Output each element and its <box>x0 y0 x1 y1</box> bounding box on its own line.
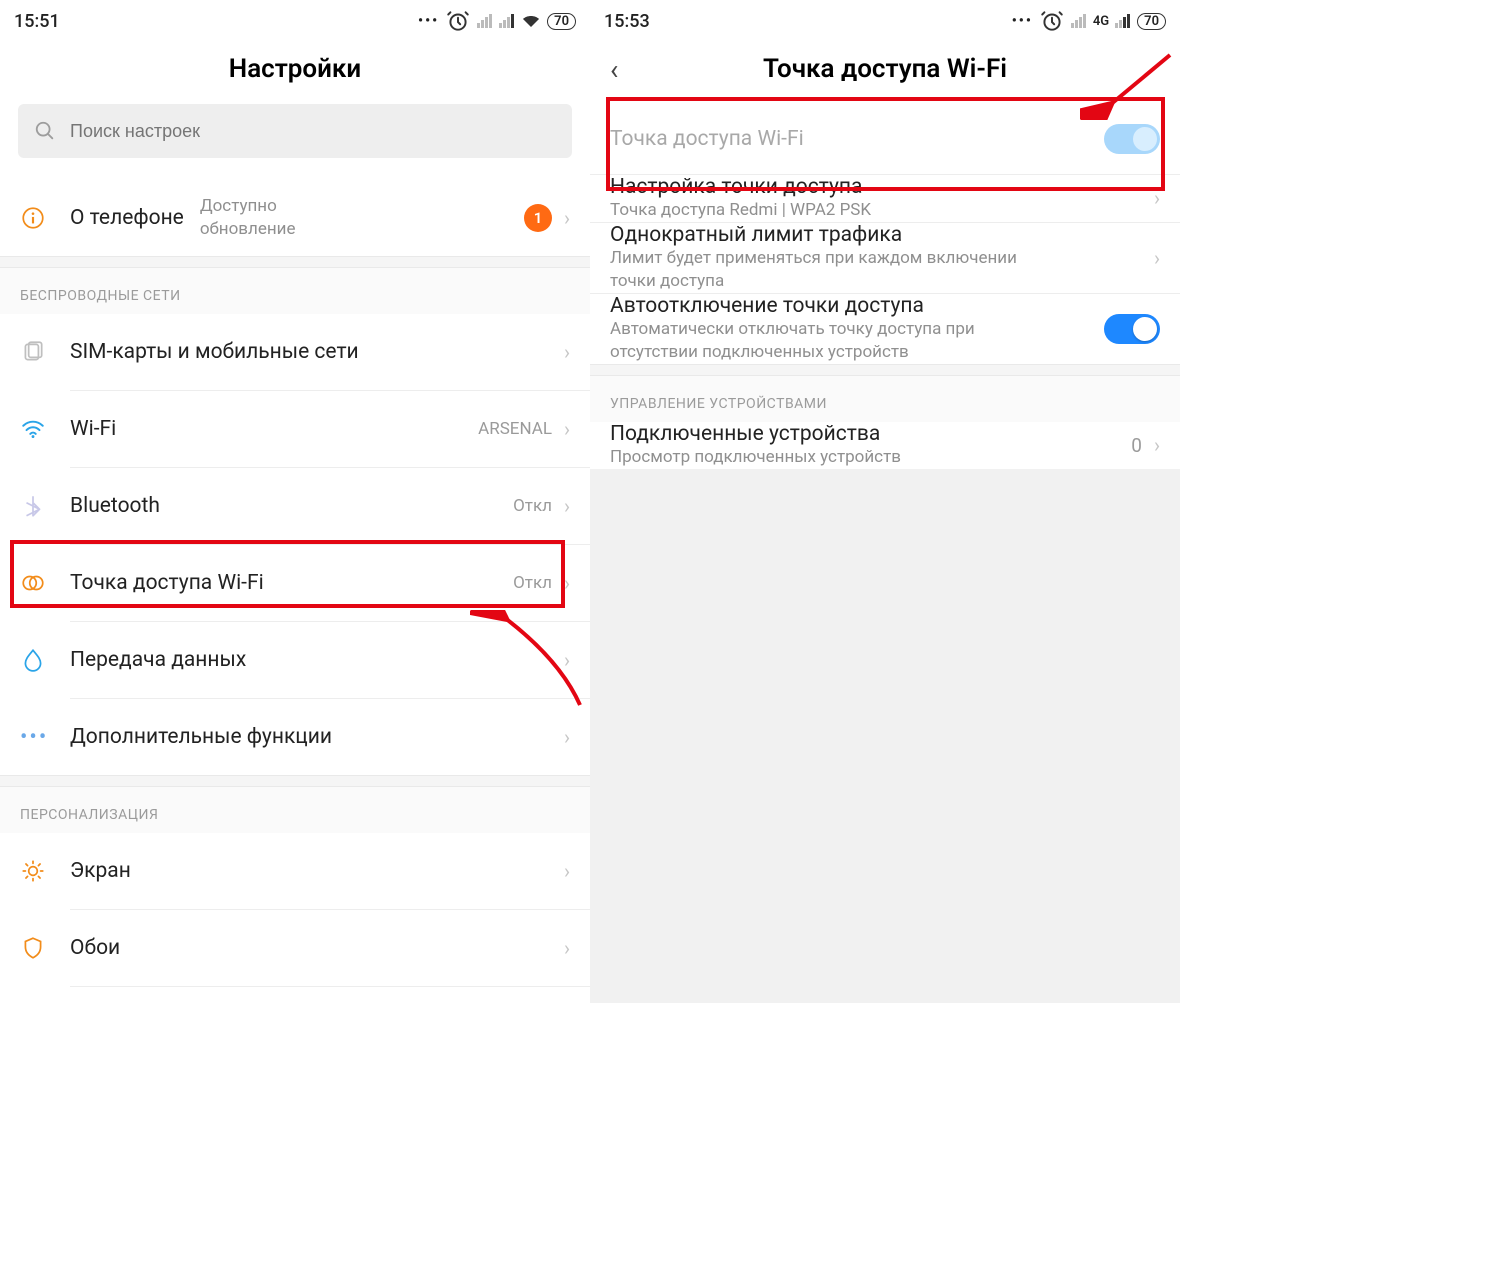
sim-icon <box>20 339 46 365</box>
wifi-icon <box>20 416 46 442</box>
signal-icon <box>1071 14 1087 28</box>
connected-devices-row[interactable]: Подключенные устройства Просмотр подключ… <box>590 422 1180 469</box>
chevron-right-icon: › <box>1154 246 1160 270</box>
row-value: ARSENAL <box>478 419 552 439</box>
row-value: Откл <box>513 573 552 593</box>
more-dots-icon: ••• <box>20 725 48 750</box>
wifi-row[interactable]: Wi-Fi ARSENAL › <box>0 391 590 467</box>
status-icons: ••• 4G 70 <box>1012 8 1166 34</box>
shield-icon <box>20 935 46 961</box>
signal-icon <box>477 14 493 28</box>
chevron-right-icon: › <box>564 571 570 595</box>
more-row[interactable]: ••• Дополнительные функции › <box>0 699 590 775</box>
chevron-right-icon: › <box>1154 433 1160 457</box>
update-badge: 1 <box>524 204 552 232</box>
search-box[interactable] <box>18 104 572 158</box>
row-value: Откл <box>513 496 552 516</box>
toggle-label: Точка доступа Wi-Fi <box>610 127 804 151</box>
hotspot-row[interactable]: Точка доступа Wi-Fi Откл › <box>0 545 590 621</box>
row-label: SIM-карты и мобильные сети <box>70 340 359 364</box>
section-devices: УПРАВЛЕНИЕ УСТРОЙСТВАМИ <box>590 376 1180 422</box>
sim-row[interactable]: SIM-карты и мобильные сети › <box>0 314 590 390</box>
row-label: Bluetooth <box>70 494 160 518</box>
search-input[interactable] <box>70 121 556 142</box>
hotspot-toggle[interactable] <box>1104 124 1160 154</box>
chevron-right-icon: › <box>564 859 570 883</box>
chevron-right-icon: › <box>564 417 570 441</box>
row-label: Передача данных <box>70 648 246 672</box>
status-time: 15:51 <box>14 11 60 32</box>
row-label: Экран <box>70 859 131 883</box>
traffic-limit-row[interactable]: Однократный лимит трафика Лимит будет пр… <box>590 223 1180 293</box>
row-label: Дополнительные функции <box>70 725 332 749</box>
chevron-right-icon: › <box>564 494 570 518</box>
chevron-right-icon: › <box>564 725 570 749</box>
signal-icon <box>1115 14 1131 28</box>
section-personalization: ПЕРСОНАЛИЗАЦИЯ <box>0 787 590 833</box>
row-label: Подключенные устройства <box>610 422 1131 446</box>
chevron-right-icon: › <box>1154 186 1160 210</box>
row-sub: обновление <box>200 218 296 241</box>
sun-icon <box>20 858 46 884</box>
chevron-right-icon: › <box>564 340 570 364</box>
display-row[interactable]: Экран › <box>0 833 590 909</box>
auto-off-row: Автоотключение точки доступа Автоматичес… <box>590 294 1180 364</box>
auto-off-toggle[interactable] <box>1104 314 1160 344</box>
row-label: Настройка точки доступа <box>610 175 1142 199</box>
page-title: Настройки <box>0 36 590 104</box>
row-label: О телефоне <box>70 206 184 230</box>
battery-icon: 70 <box>1137 13 1166 30</box>
right-screen: 15:53 ••• 4G 70 ‹ Точка доступа Wi-Fi То… <box>590 0 1180 1003</box>
more-icon: ••• <box>418 13 439 29</box>
signal-icon <box>499 14 515 28</box>
statusbar: 15:51 ••• 70 <box>0 0 590 36</box>
status-icons: ••• 70 <box>418 8 576 34</box>
status-time: 15:53 <box>604 11 650 32</box>
row-label: Точка доступа Wi-Fi <box>70 571 264 595</box>
row-label: Wi-Fi <box>70 417 116 441</box>
row-label: Обои <box>70 936 120 960</box>
info-icon <box>20 205 46 231</box>
row-sub: Автоматически отключать точку доступа пр… <box>610 318 1040 364</box>
page-title: Точка доступа Wi-Fi <box>763 54 1007 84</box>
statusbar: 15:53 ••• 4G 70 <box>590 0 1180 36</box>
bluetooth-icon <box>20 493 46 519</box>
hotspot-icon <box>20 570 46 596</box>
row-label: Автоотключение точки доступа <box>610 294 1104 318</box>
row-value: 0 <box>1131 434 1142 457</box>
about-phone-row[interactable]: О телефоне Доступно обновление 1 › <box>0 180 590 256</box>
row-sub: Доступно <box>200 195 296 218</box>
battery-icon: 70 <box>547 13 576 30</box>
row-sub: Точка доступа Redmi | WPA2 PSK <box>610 199 1142 222</box>
row-sub: Просмотр подключенных устройств <box>610 446 1131 469</box>
wallpaper-row[interactable]: Обои › <box>0 910 590 986</box>
hotspot-toggle-row: Точка доступа Wi-Fi <box>590 104 1180 174</box>
network-label: 4G <box>1093 14 1109 29</box>
section-wireless: БЕСПРОВОДНЫЕ СЕТИ <box>0 268 590 314</box>
wifi-icon <box>521 13 541 29</box>
more-icon: ••• <box>1012 13 1033 29</box>
search-icon <box>34 120 56 142</box>
bluetooth-row[interactable]: Bluetooth Откл › <box>0 468 590 544</box>
alarm-icon <box>445 8 471 34</box>
back-button[interactable]: ‹ <box>610 53 618 86</box>
hotspot-setup-row[interactable]: Настройка точки доступа Точка доступа Re… <box>590 175 1180 222</box>
droplet-icon <box>20 647 46 673</box>
chevron-right-icon: › <box>564 206 570 230</box>
data-usage-row[interactable]: Передача данных › <box>0 622 590 698</box>
row-sub: Лимит будет применяться при каждом включ… <box>610 247 1050 293</box>
alarm-icon <box>1039 8 1065 34</box>
left-screen: 15:51 ••• 70 Настройки О телефоне Доступ… <box>0 0 590 1003</box>
chevron-right-icon: › <box>564 936 570 960</box>
row-label: Однократный лимит трафика <box>610 223 1142 247</box>
chevron-right-icon: › <box>564 648 570 672</box>
